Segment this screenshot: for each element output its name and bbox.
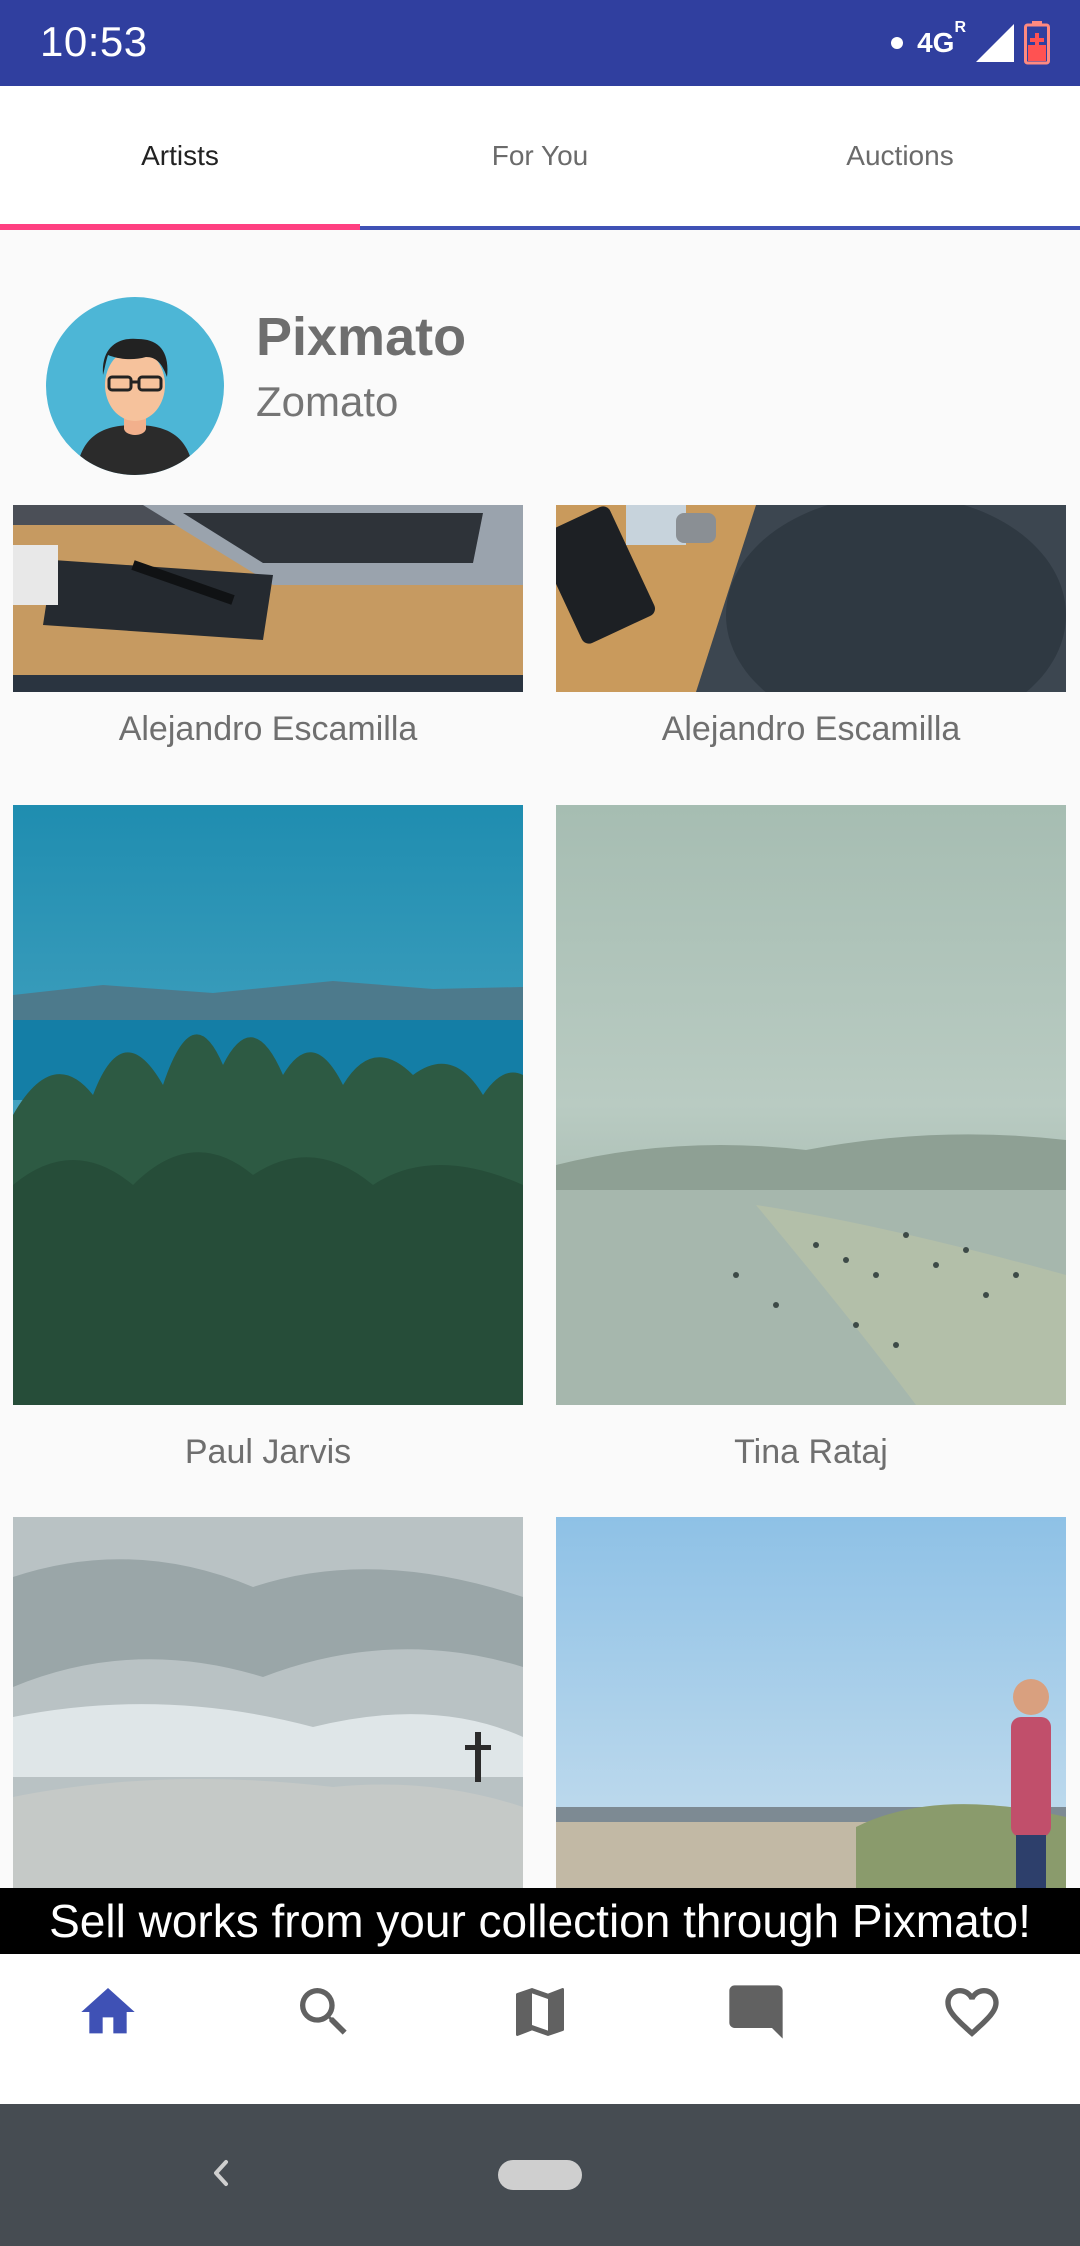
nav-favorites-button[interactable] <box>932 1972 1012 2052</box>
artwork-image <box>13 505 523 692</box>
tab-indicator <box>0 224 360 230</box>
artwork-card[interactable]: Alejandro Escamilla <box>556 505 1066 765</box>
home-gesture-pill[interactable] <box>498 2160 582 2190</box>
artwork-card[interactable]: Paul Jarvis <box>13 805 523 1485</box>
profile-subtitle: Zomato <box>256 378 399 425</box>
nav-search-button[interactable] <box>284 1972 364 2052</box>
cloudy-hill-cross-photo <box>13 1517 523 1890</box>
profile-name: Pixmato <box>256 307 467 367</box>
promo-banner: Sell works from your collection through … <box>0 1888 1080 1954</box>
artist-name: Alejandro Escamilla <box>118 710 418 748</box>
map-icon <box>516 1988 564 2036</box>
artwork-image <box>13 805 523 1405</box>
bottom-navigation <box>0 1954 1080 2104</box>
home-icon <box>81 1988 135 2034</box>
network-indicator: 4GR <box>917 18 966 58</box>
back-icon[interactable] <box>200 2148 240 2198</box>
heart-icon <box>945 1988 999 2037</box>
artist-name: Alejandro Escamilla <box>661 710 961 748</box>
status-icons: 4GR <box>891 18 1050 68</box>
artwork-card[interactable]: Alejandro Escamilla <box>13 505 523 765</box>
profile-header: Pixmato Zomato <box>0 250 1080 500</box>
battery-icon <box>1024 21 1050 65</box>
nav-messages-button[interactable] <box>716 1972 796 2052</box>
signal-icon <box>976 24 1014 62</box>
nav-map-button[interactable] <box>500 1972 580 2052</box>
status-bar: 10:53 4GR <box>0 0 1080 86</box>
forest-lake-photo <box>13 805 523 1405</box>
tab-bar: Artists For You Auctions <box>0 86 1080 230</box>
laptop-desk-photo <box>13 505 523 692</box>
tab-for-you[interactable]: For You <box>360 86 720 226</box>
artist-name: Paul Jarvis <box>184 1433 352 1471</box>
artwork-image <box>556 805 1066 1405</box>
artwork-image <box>556 505 1066 692</box>
artist-name: Tina Rataj <box>734 1433 888 1471</box>
system-navigation-bar <box>0 2104 1080 2246</box>
notification-dot-icon <box>891 37 904 49</box>
beach-person-photo <box>556 1517 1066 1890</box>
artwork-card[interactable] <box>556 1517 1066 1890</box>
chat-icon <box>729 1985 783 2039</box>
status-time: 10:53 <box>40 18 148 65</box>
tab-divider <box>360 226 1080 230</box>
tab-artists[interactable]: Artists <box>0 86 360 226</box>
desk-phone-photo <box>556 505 1066 692</box>
tab-auctions[interactable]: Auctions <box>720 86 1080 226</box>
artwork-card[interactable]: Tina Rataj <box>556 805 1066 1485</box>
artwork-image <box>13 1517 523 1890</box>
artwork-grid: Alejandro Escamilla Alejandro Escamilla <box>0 505 1080 1890</box>
artwork-card[interactable] <box>13 1517 523 1890</box>
misty-beach-photo <box>556 805 1066 1405</box>
user-avatar-icon <box>76 338 194 475</box>
search-icon <box>300 1988 347 2035</box>
avatar[interactable] <box>46 297 224 475</box>
artwork-image <box>556 1517 1066 1890</box>
nav-home-button[interactable] <box>68 1972 148 2052</box>
